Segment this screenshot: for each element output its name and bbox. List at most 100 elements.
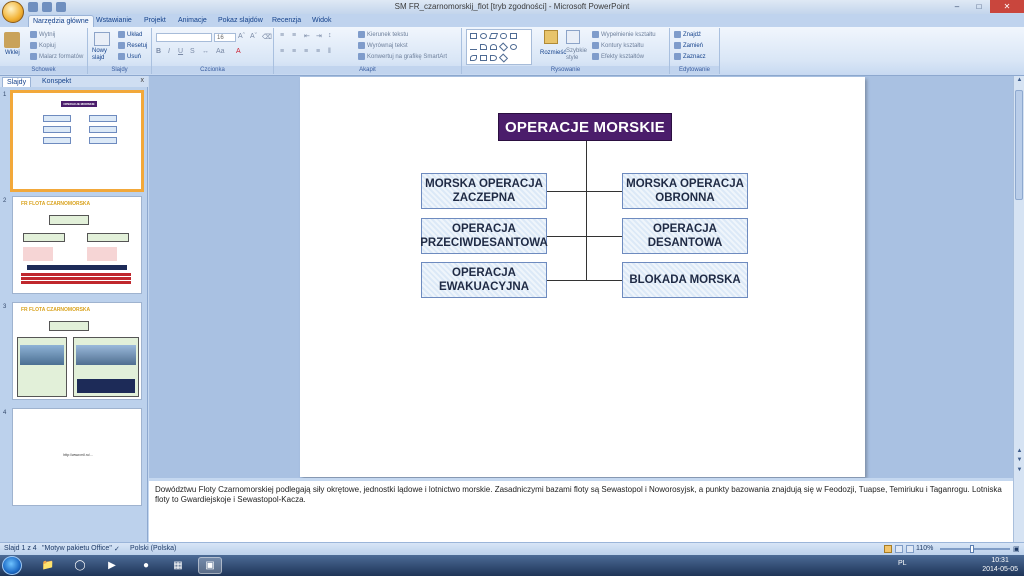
org-box-left-2[interactable]: OPERACJA PRZECIWDESANTOWA (420, 218, 548, 254)
folder-icon[interactable]: ▦ (166, 557, 190, 574)
tab-outline[interactable]: Konspekt (38, 77, 75, 87)
smartart-button[interactable]: Konwertuj na grafikę SmartArt (358, 53, 447, 60)
sorter-view-icon[interactable] (895, 545, 903, 553)
fit-window-icon[interactable]: ▣ (1013, 545, 1020, 553)
notes-pane[interactable]: Dowództwu Floty Czarnomorskiej podlegają… (149, 478, 1013, 542)
tab-review[interactable]: Recenzja (268, 15, 305, 27)
text-direction-button[interactable]: Kierunek tekstu (358, 31, 408, 38)
slide-thumbnail-1[interactable]: OPERACJE MORSKIE (10, 90, 144, 192)
diamond-shape-icon[interactable] (498, 42, 509, 52)
wave-shape-icon[interactable] (470, 55, 477, 61)
paste-button[interactable]: Wklej (5, 50, 20, 56)
align-left-icon[interactable]: ≡ (280, 48, 284, 55)
prev-slide-icon[interactable]: ▲ (1014, 448, 1024, 454)
org-box-right-2[interactable]: OPERACJA DESANTOWA (622, 218, 748, 254)
oval-shape-icon[interactable] (480, 33, 487, 39)
increase-indent-icon[interactable]: ⇥ (316, 32, 322, 40)
line-shape-icon[interactable] (470, 44, 477, 50)
align-center-icon[interactable]: ≡ (292, 48, 296, 55)
font-color-icon[interactable]: A (236, 48, 241, 55)
font-size-field[interactable]: 16 (214, 33, 236, 42)
shape-effects-button[interactable]: Efekty kształtów (592, 53, 644, 60)
columns-icon[interactable]: ‖ (328, 48, 331, 55)
firefox-icon[interactable]: ● (134, 557, 158, 574)
slide[interactable]: OPERACJE MORSKIE MORSKA OPERACJA ZACZEPN… (300, 77, 865, 477)
rectangle-shape-icon[interactable] (470, 33, 477, 39)
format-painter-button[interactable]: Malarz formatów (30, 53, 83, 60)
quick-styles-icon[interactable] (566, 30, 580, 44)
shrink-font-icon[interactable]: Aˇ (250, 33, 257, 40)
arc-shape-icon[interactable] (480, 44, 487, 50)
start-button[interactable] (2, 556, 22, 575)
brace-shape-icon[interactable] (490, 55, 497, 61)
new-slide-icon[interactable] (94, 32, 110, 46)
star-shape-icon[interactable] (498, 53, 509, 63)
delete-slide-button[interactable]: Usuń (118, 53, 141, 60)
internet-explorer-icon[interactable]: ◯ (68, 557, 92, 574)
spacing-icon[interactable]: ↔ (202, 48, 209, 55)
smiley-shape-icon[interactable] (510, 44, 517, 50)
zoom-level[interactable]: 110% (916, 545, 933, 552)
scroll-up-icon[interactable]: ▲ (1014, 77, 1024, 83)
zoom-slider[interactable] (940, 548, 1010, 550)
select-button[interactable]: Zaznacz (674, 53, 706, 60)
italic-icon[interactable]: I (168, 48, 170, 55)
textbox-shape-icon[interactable] (510, 33, 517, 39)
copy-button[interactable]: Kopiuj (30, 42, 56, 49)
tab-animations[interactable]: Animacje (174, 15, 211, 27)
normal-view-icon[interactable] (884, 545, 892, 553)
tab-home[interactable]: Narzędzia główne (28, 15, 94, 27)
org-chart-title[interactable]: OPERACJE MORSKIE (498, 113, 672, 141)
layout-button[interactable]: Układ (118, 31, 142, 38)
underline-icon[interactable]: U (178, 48, 183, 55)
align-right-icon[interactable]: ≡ (304, 48, 308, 55)
line-spacing-icon[interactable]: ↕ (328, 32, 332, 39)
tab-slideshow[interactable]: Pokaz slajdów (214, 15, 267, 27)
explorer-icon[interactable]: 📁 (36, 557, 60, 574)
numbering-icon[interactable]: ≡ (292, 32, 296, 39)
panel-close-icon[interactable]: x (141, 77, 145, 84)
org-box-right-1[interactable]: MORSKA OPERACJA OBRONNA (622, 173, 748, 209)
office-button[interactable] (2, 1, 24, 23)
slide-thumbnail-3[interactable]: FR FLOTA CZARNOMORSKA (12, 302, 142, 400)
grow-font-icon[interactable]: Aˆ (238, 33, 245, 40)
shapes-gallery[interactable] (466, 29, 532, 65)
quick-styles-button[interactable]: Szybkie style (566, 48, 588, 62)
bullets-icon[interactable]: ≡ (280, 32, 284, 39)
arrange-icon[interactable] (544, 30, 558, 44)
org-box-left-3[interactable]: OPERACJA EWAKUACYJNA (421, 262, 547, 298)
next-slide-icon[interactable]: ▼ (1014, 457, 1024, 463)
scroll-thumb[interactable] (1015, 90, 1023, 200)
slideshow-view-icon[interactable] (906, 545, 914, 553)
rounded-rect-shape-icon[interactable] (500, 33, 507, 39)
clear-format-icon[interactable]: ⌫ (262, 33, 272, 41)
cut-button[interactable]: Wytnij (30, 31, 55, 38)
spellcheck-icon[interactable]: ✓ (114, 545, 122, 553)
paste-icon[interactable] (4, 32, 20, 48)
minimize-icon[interactable]: – (946, 0, 968, 13)
align-text-button[interactable]: Wyrównaj tekst (358, 42, 408, 49)
tab-insert[interactable]: Wstawianie (92, 15, 136, 27)
parallelogram-shape-icon[interactable] (488, 33, 499, 39)
vertical-scrollbar[interactable]: ▲ ▲ ▼ ▼ (1013, 76, 1024, 478)
bold-icon[interactable]: B (156, 48, 161, 55)
notes-scrollbar[interactable] (1013, 478, 1024, 542)
maximize-icon[interactable]: □ (968, 0, 990, 13)
case-icon[interactable]: Aa (216, 48, 225, 55)
media-player-icon[interactable]: ▶ (100, 557, 124, 574)
font-name-field[interactable] (156, 33, 212, 42)
tab-design[interactable]: Projekt (140, 15, 170, 27)
replace-button[interactable]: Zamień (674, 42, 703, 49)
powerpoint-icon[interactable]: ▣ (198, 557, 222, 574)
org-box-right-3[interactable]: BLOKADA MORSKA (622, 262, 748, 298)
org-box-left-1[interactable]: MORSKA OPERACJA ZACZEPNA (421, 173, 547, 209)
zoom-slider-knob[interactable] (970, 545, 974, 553)
keyboard-language[interactable]: PL (898, 560, 907, 567)
scroll-down-icon[interactable]: ▼ (1014, 467, 1024, 473)
reset-button[interactable]: Resetuj (118, 42, 147, 49)
close-icon[interactable]: ✕ (990, 0, 1024, 13)
arrange-button[interactable]: Rozmieść (540, 50, 566, 56)
tab-slides[interactable]: Slajdy (2, 77, 32, 87)
shape-outline-button[interactable]: Kontury kształtu (592, 42, 644, 49)
slide-thumbnail-4[interactable]: http://www.mil.ru/... (12, 408, 142, 506)
